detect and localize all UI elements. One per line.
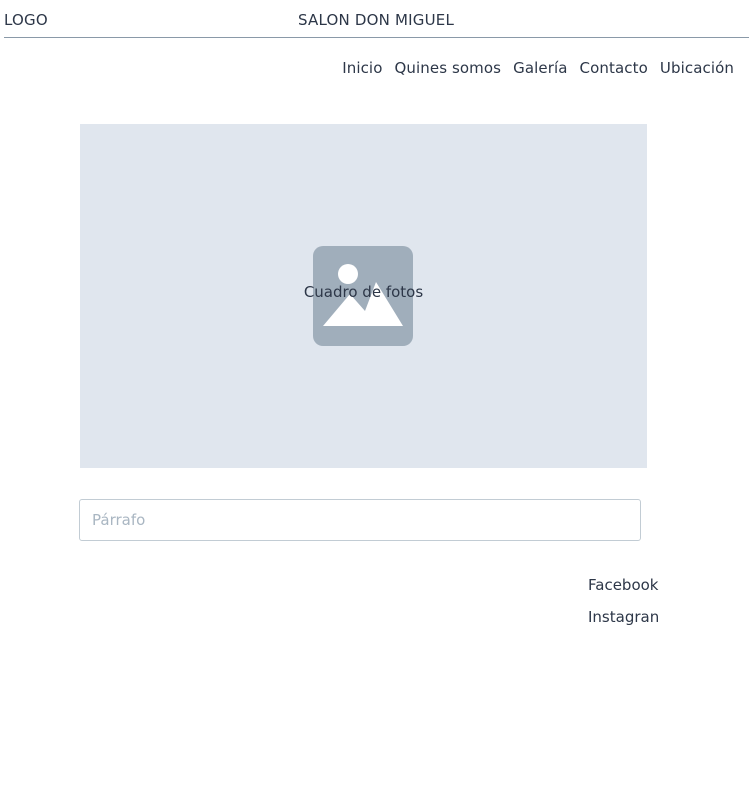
instagram-link[interactable]: Instagran	[588, 606, 659, 628]
social-links: Facebook Instagran	[588, 574, 659, 628]
nav-item-contacto[interactable]: Contacto	[580, 59, 648, 77]
nav-item-galeria[interactable]: Galería	[513, 59, 567, 77]
paragraph-input[interactable]	[79, 499, 641, 541]
nav-item-ubicacion[interactable]: Ubicación	[660, 59, 734, 77]
photo-frame[interactable]: Cuadro de fotos	[80, 124, 647, 468]
main-nav: Inicio Quines somos Galería Contacto Ubi…	[342, 59, 734, 77]
header: LOGO SALON DON MIGUEL	[4, 0, 749, 38]
logo[interactable]: LOGO	[4, 11, 48, 29]
site-title: SALON DON MIGUEL	[298, 11, 455, 29]
photo-caption: Cuadro de fotos	[303, 283, 424, 301]
facebook-link[interactable]: Facebook	[588, 574, 659, 596]
nav-item-inicio[interactable]: Inicio	[342, 59, 382, 77]
nav-item-quienes-somos[interactable]: Quines somos	[394, 59, 501, 77]
page: LOGO SALON DON MIGUEL Inicio Quines somo…	[0, 0, 752, 788]
